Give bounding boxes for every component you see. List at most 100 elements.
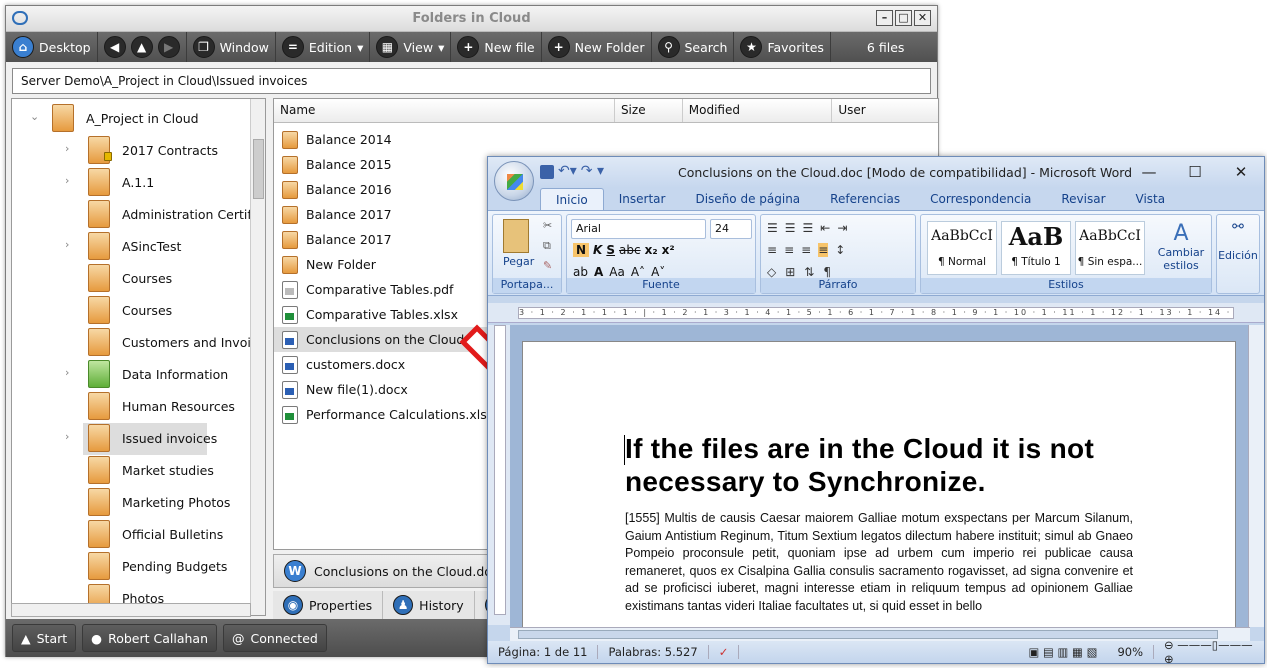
- sort-icon[interactable]: ⇅: [804, 265, 814, 279]
- tree-folder[interactable]: Customers and Invoices: [88, 327, 265, 357]
- word-close-button[interactable]: ✕: [1218, 157, 1264, 188]
- font-size-select[interactable]: 24: [710, 219, 752, 239]
- new-file-button[interactable]: + New file: [451, 32, 542, 62]
- file-row[interactable]: Balance 2014: [274, 127, 938, 152]
- desktop-button[interactable]: ⌂ Desktop: [6, 32, 98, 62]
- document-body[interactable]: [1555] Multis de causis Caesar maiorem G…: [625, 510, 1133, 615]
- tree-folder[interactable]: Data Information: [88, 359, 228, 389]
- pilcrow-icon[interactable]: ¶: [823, 265, 831, 279]
- chevron-right-icon[interactable]: ›: [65, 142, 69, 155]
- word-minimize-button[interactable]: —: [1126, 157, 1172, 188]
- scroll-thumb[interactable]: [518, 630, 1218, 639]
- increase-indent-icon[interactable]: ⇥: [837, 221, 847, 235]
- justify-icon[interactable]: ≡: [818, 243, 829, 257]
- ribbon-tab[interactable]: Vista: [1121, 188, 1181, 210]
- tree-folder[interactable]: Market studies: [88, 455, 214, 485]
- numbering-icon[interactable]: ☰: [785, 221, 796, 235]
- copy-icon[interactable]: ⧉: [543, 239, 551, 253]
- ribbon-tab[interactable]: Diseño de página: [680, 188, 815, 210]
- superscript-icon[interactable]: x²: [662, 243, 675, 257]
- forward-arrow-icon[interactable]: ▶: [157, 36, 180, 58]
- tree-folder[interactable]: Marketing Photos: [88, 487, 230, 517]
- multilevel-icon[interactable]: ☰: [803, 221, 814, 235]
- document-vertical-scrollbar[interactable]: [1248, 325, 1264, 627]
- chevron-down-icon[interactable]: ⌄: [30, 110, 39, 123]
- paste-icon[interactable]: [503, 219, 529, 253]
- tree-root[interactable]: A_Project in Cloud: [52, 103, 199, 133]
- style-normal[interactable]: AaBbCcI ¶ Normal: [927, 221, 997, 275]
- align-right-icon[interactable]: ≡: [801, 243, 811, 257]
- italic-icon[interactable]: K: [593, 243, 602, 257]
- close-button[interactable]: ✕: [914, 10, 931, 26]
- document-horizontal-scrollbar[interactable]: [510, 627, 1250, 641]
- chevron-right-icon[interactable]: ›: [65, 238, 69, 251]
- ribbon-tab[interactable]: Referencias: [815, 188, 915, 210]
- col-size[interactable]: Size: [615, 99, 683, 122]
- tree-folder[interactable]: Courses: [88, 263, 172, 293]
- align-center-icon[interactable]: ≡: [784, 243, 794, 257]
- minimize-button[interactable]: –: [876, 10, 893, 26]
- office-button-icon[interactable]: [494, 161, 534, 201]
- document-page[interactable]: If the files are in the Cloud it is not …: [522, 341, 1236, 627]
- paste-button[interactable]: Pegar: [503, 255, 534, 268]
- connection-button[interactable]: @ Connected: [223, 624, 327, 652]
- zoom-slider[interactable]: ⊖ ———▯——— ⊕: [1154, 638, 1264, 666]
- save-icon[interactable]: [540, 165, 554, 179]
- ribbon-tab[interactable]: Insertar: [604, 188, 681, 210]
- borders-icon[interactable]: ⊞: [785, 265, 795, 279]
- style-no-spacing[interactable]: AaBbCcI ¶ Sin espa...: [1075, 221, 1145, 275]
- tab-properties[interactable]: ◉ Properties: [273, 591, 384, 619]
- user-button[interactable]: ● Robert Callahan: [82, 624, 218, 652]
- proofing-icon[interactable]: ✓: [709, 645, 740, 659]
- tree-folder[interactable]: Human Resources: [88, 391, 235, 421]
- favorites-button[interactable]: ★ Favorites: [734, 32, 831, 62]
- ribbon-tab[interactable]: Correspondencia: [915, 188, 1046, 210]
- tree-folder[interactable]: Official Bulletins: [88, 519, 223, 549]
- align-left-icon[interactable]: ≡: [767, 243, 777, 257]
- font-name-select[interactable]: Arial: [571, 219, 706, 239]
- tree-folder[interactable]: A.1.1: [88, 167, 154, 197]
- editing-group[interactable]: ⚯ Edición: [1216, 214, 1260, 294]
- edition-button[interactable]: = Edition ▾: [276, 32, 371, 62]
- maximize-button[interactable]: □: [895, 10, 912, 26]
- tree-folder[interactable]: Issued invoices: [88, 423, 217, 453]
- zoom-level[interactable]: 90%: [1107, 645, 1154, 659]
- path-field[interactable]: Server Demo\A_Project in Cloud\Issued in…: [12, 68, 931, 94]
- tree-vertical-scrollbar[interactable]: [250, 99, 265, 615]
- search-button[interactable]: ⚲ Search: [652, 32, 735, 62]
- scroll-thumb[interactable]: [253, 139, 264, 199]
- col-name[interactable]: Name: [274, 99, 615, 122]
- col-user[interactable]: User: [832, 99, 938, 122]
- bold-icon[interactable]: N: [573, 243, 590, 257]
- strikethrough-icon[interactable]: abc: [619, 243, 641, 257]
- back-arrow-icon[interactable]: ◀: [103, 36, 126, 58]
- tree-folder[interactable]: Administration Certificat: [88, 199, 265, 229]
- new-folder-button[interactable]: + New Folder: [542, 32, 652, 62]
- tree-folder[interactable]: 2017 Contracts: [88, 135, 218, 165]
- change-styles-button[interactable]: A Cambiar estilos: [1155, 221, 1207, 272]
- tree-horizontal-scrollbar[interactable]: [11, 603, 251, 617]
- window-button[interactable]: ❐ Window: [187, 32, 276, 62]
- underline-icon[interactable]: S: [606, 243, 615, 257]
- redo-icon[interactable]: ↷ ▾: [581, 164, 604, 179]
- up-arrow-icon[interactable]: ▲: [130, 36, 153, 58]
- bullets-icon[interactable]: ☰: [767, 221, 778, 235]
- view-buttons[interactable]: ▣ ▤ ▥ ▦ ▧: [1018, 645, 1107, 659]
- undo-icon[interactable]: ↶▾: [558, 164, 577, 179]
- style-title[interactable]: AaB ¶ Título 1: [1001, 221, 1071, 275]
- subscript-icon[interactable]: x₂: [645, 243, 658, 257]
- ribbon-tab[interactable]: Revisar: [1046, 188, 1120, 210]
- line-spacing-icon[interactable]: ↕: [835, 243, 845, 257]
- tab-history[interactable]: ♟ History: [383, 591, 475, 619]
- tree-folder[interactable]: Courses: [88, 295, 172, 325]
- chevron-right-icon[interactable]: ›: [65, 366, 69, 379]
- col-modified[interactable]: Modified: [683, 99, 833, 122]
- view-button[interactable]: ▦ View ▾: [370, 32, 452, 62]
- page-count[interactable]: Página: 1 de 11: [488, 645, 599, 659]
- word-maximize-button[interactable]: ☐: [1172, 157, 1218, 188]
- chevron-right-icon[interactable]: ›: [65, 430, 69, 443]
- tree-folder[interactable]: ASincTest: [88, 231, 181, 261]
- ribbon-tab[interactable]: Inicio: [540, 188, 604, 210]
- tree-folder[interactable]: Pending Budgets: [88, 551, 227, 581]
- word-count[interactable]: Palabras: 5.527: [598, 645, 709, 659]
